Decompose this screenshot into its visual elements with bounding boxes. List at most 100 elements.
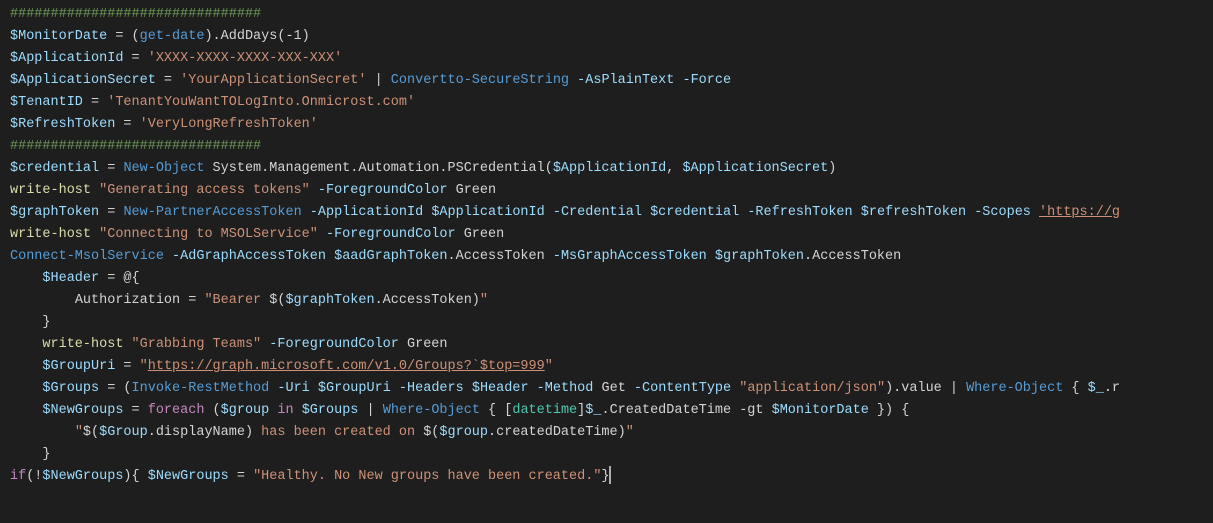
code-token	[966, 205, 974, 220]
code-token: System.Management.Automation.PSCredentia…	[204, 161, 552, 176]
code-token: =	[123, 51, 147, 66]
code-token	[91, 227, 99, 242]
code-token	[642, 205, 650, 220]
indent	[10, 293, 75, 308]
code-token: -Force	[682, 73, 731, 88]
code-token: -Uri	[277, 381, 309, 396]
code-line[interactable]: $NewGroups = foreach ($group in $Groups …	[10, 400, 1203, 422]
code-token	[302, 205, 310, 220]
code-token: $Group	[99, 425, 148, 440]
code-line[interactable]: if(!$NewGroups){ $NewGroups = "Healthy. …	[10, 466, 1203, 488]
code-token: Invoke-RestMethod	[132, 381, 270, 396]
code-line[interactable]: }	[10, 312, 1203, 334]
code-token: $Groups	[42, 381, 99, 396]
code-line[interactable]: $GroupUri = "https://graph.microsoft.com…	[10, 356, 1203, 378]
code-token: .createdDateTime)	[488, 425, 626, 440]
code-token: write-host	[10, 227, 91, 242]
code-line[interactable]: ###############################	[10, 4, 1203, 26]
code-token: (!	[26, 469, 42, 484]
code-token: $Header	[42, 271, 99, 286]
indent	[10, 315, 42, 330]
code-line[interactable]: }	[10, 444, 1203, 466]
code-token: $NewGroups	[42, 403, 123, 418]
code-line[interactable]: $RefreshToken = 'VeryLongRefreshToken'	[10, 114, 1203, 136]
code-line[interactable]: $Groups = (Invoke-RestMethod -Uri $Group…	[10, 378, 1203, 400]
code-token: }	[42, 447, 50, 462]
code-token: $Header	[472, 381, 529, 396]
code-line[interactable]: $graphToken = New-PartnerAccessToken -Ap…	[10, 202, 1203, 224]
code-token	[326, 249, 334, 264]
code-token	[294, 403, 302, 418]
code-token: .r	[1104, 381, 1120, 396]
code-token: ###############################	[10, 7, 261, 22]
code-line[interactable]: "$($Group.displayName) has been created …	[10, 422, 1203, 444]
code-token: Convertto-SecureString	[391, 73, 569, 88]
code-token: |	[366, 73, 390, 88]
code-token: $RefreshToken	[10, 117, 115, 132]
code-line[interactable]: write-host "Generating access tokens" -F…	[10, 180, 1203, 202]
code-token	[545, 205, 553, 220]
indent	[10, 381, 42, 396]
code-line[interactable]: $Header = @{	[10, 268, 1203, 290]
code-editor[interactable]: ############################### $MonitorD…	[0, 0, 1213, 498]
code-token: -1	[285, 29, 301, 44]
code-token: write-host	[42, 337, 123, 352]
code-token: = (	[107, 29, 139, 44]
code-token	[164, 249, 172, 264]
indent	[10, 359, 42, 374]
code-token	[464, 381, 472, 396]
code-token: $aadGraphToken	[334, 249, 447, 264]
code-line[interactable]: write-host "Grabbing Teams" -ForegroundC…	[10, 334, 1203, 356]
code-token: $credential	[10, 161, 99, 176]
code-token: (	[204, 403, 220, 418]
text-cursor	[609, 466, 611, 484]
code-token	[310, 183, 318, 198]
code-token: $graphToken	[10, 205, 99, 220]
code-token: Get	[593, 381, 634, 396]
code-token: datetime	[512, 403, 577, 418]
code-token: .CreatedDateTime	[601, 403, 739, 418]
code-token: -ForegroundColor	[326, 227, 456, 242]
code-token: https://graph.microsoft.com/v1.0/Groups?…	[148, 359, 545, 374]
code-token: "application/json"	[739, 381, 885, 396]
code-token	[318, 227, 326, 242]
code-token: |	[358, 403, 382, 418]
code-line[interactable]: $ApplicationId = 'XXXX-XXXX-XXXX-XXX-XXX…	[10, 48, 1203, 70]
code-line[interactable]: Authorization = "Bearer $($graphToken.Ac…	[10, 290, 1203, 312]
code-line[interactable]: $TenantID = 'TenantYouWantTOLogInto.Onmi…	[10, 92, 1203, 114]
code-token: ){	[123, 469, 147, 484]
code-line[interactable]: ###############################	[10, 136, 1203, 158]
code-token: .displayName)	[148, 425, 253, 440]
code-token: .AccessToken)	[375, 293, 480, 308]
code-token	[391, 381, 399, 396]
code-token: $ApplicationId	[10, 51, 123, 66]
code-token: -MsGraphAccessToken	[553, 249, 707, 264]
code-line[interactable]: $MonitorDate = (get-date).AddDays(-1)	[10, 26, 1203, 48]
code-token: {	[1063, 381, 1087, 396]
code-token: $ApplicationSecret	[682, 161, 828, 176]
code-token: Where-Object	[383, 403, 480, 418]
code-token: $group	[221, 403, 270, 418]
code-line[interactable]: write-host "Connecting to MSOLService" -…	[10, 224, 1203, 246]
code-line[interactable]: $ApplicationSecret = 'YourApplicationSec…	[10, 70, 1203, 92]
code-token: }) {	[869, 403, 910, 418]
code-token: }	[42, 315, 50, 330]
code-token: $refreshToken	[861, 205, 966, 220]
indent	[10, 403, 42, 418]
code-token: $MonitorDate	[772, 403, 869, 418]
code-line[interactable]: Connect-MsolService -AdGraphAccessToken …	[10, 246, 1203, 268]
code-token: -Credential	[553, 205, 642, 220]
code-token: "Healthy. No New groups have been create…	[253, 469, 601, 484]
code-token: = (	[99, 381, 131, 396]
code-token: =	[123, 403, 147, 418]
code-token: get-date	[140, 29, 205, 44]
code-token: $GroupUri	[42, 359, 115, 374]
code-token: "	[545, 359, 553, 374]
code-token: .AccessToken	[448, 249, 553, 264]
code-line[interactable]: $credential = New-Object System.Manageme…	[10, 158, 1203, 180]
code-token	[569, 73, 577, 88]
code-token	[707, 249, 715, 264]
code-token: -Headers	[399, 381, 464, 396]
code-token: has been created on	[253, 425, 423, 440]
code-token: -ForegroundColor	[318, 183, 448, 198]
